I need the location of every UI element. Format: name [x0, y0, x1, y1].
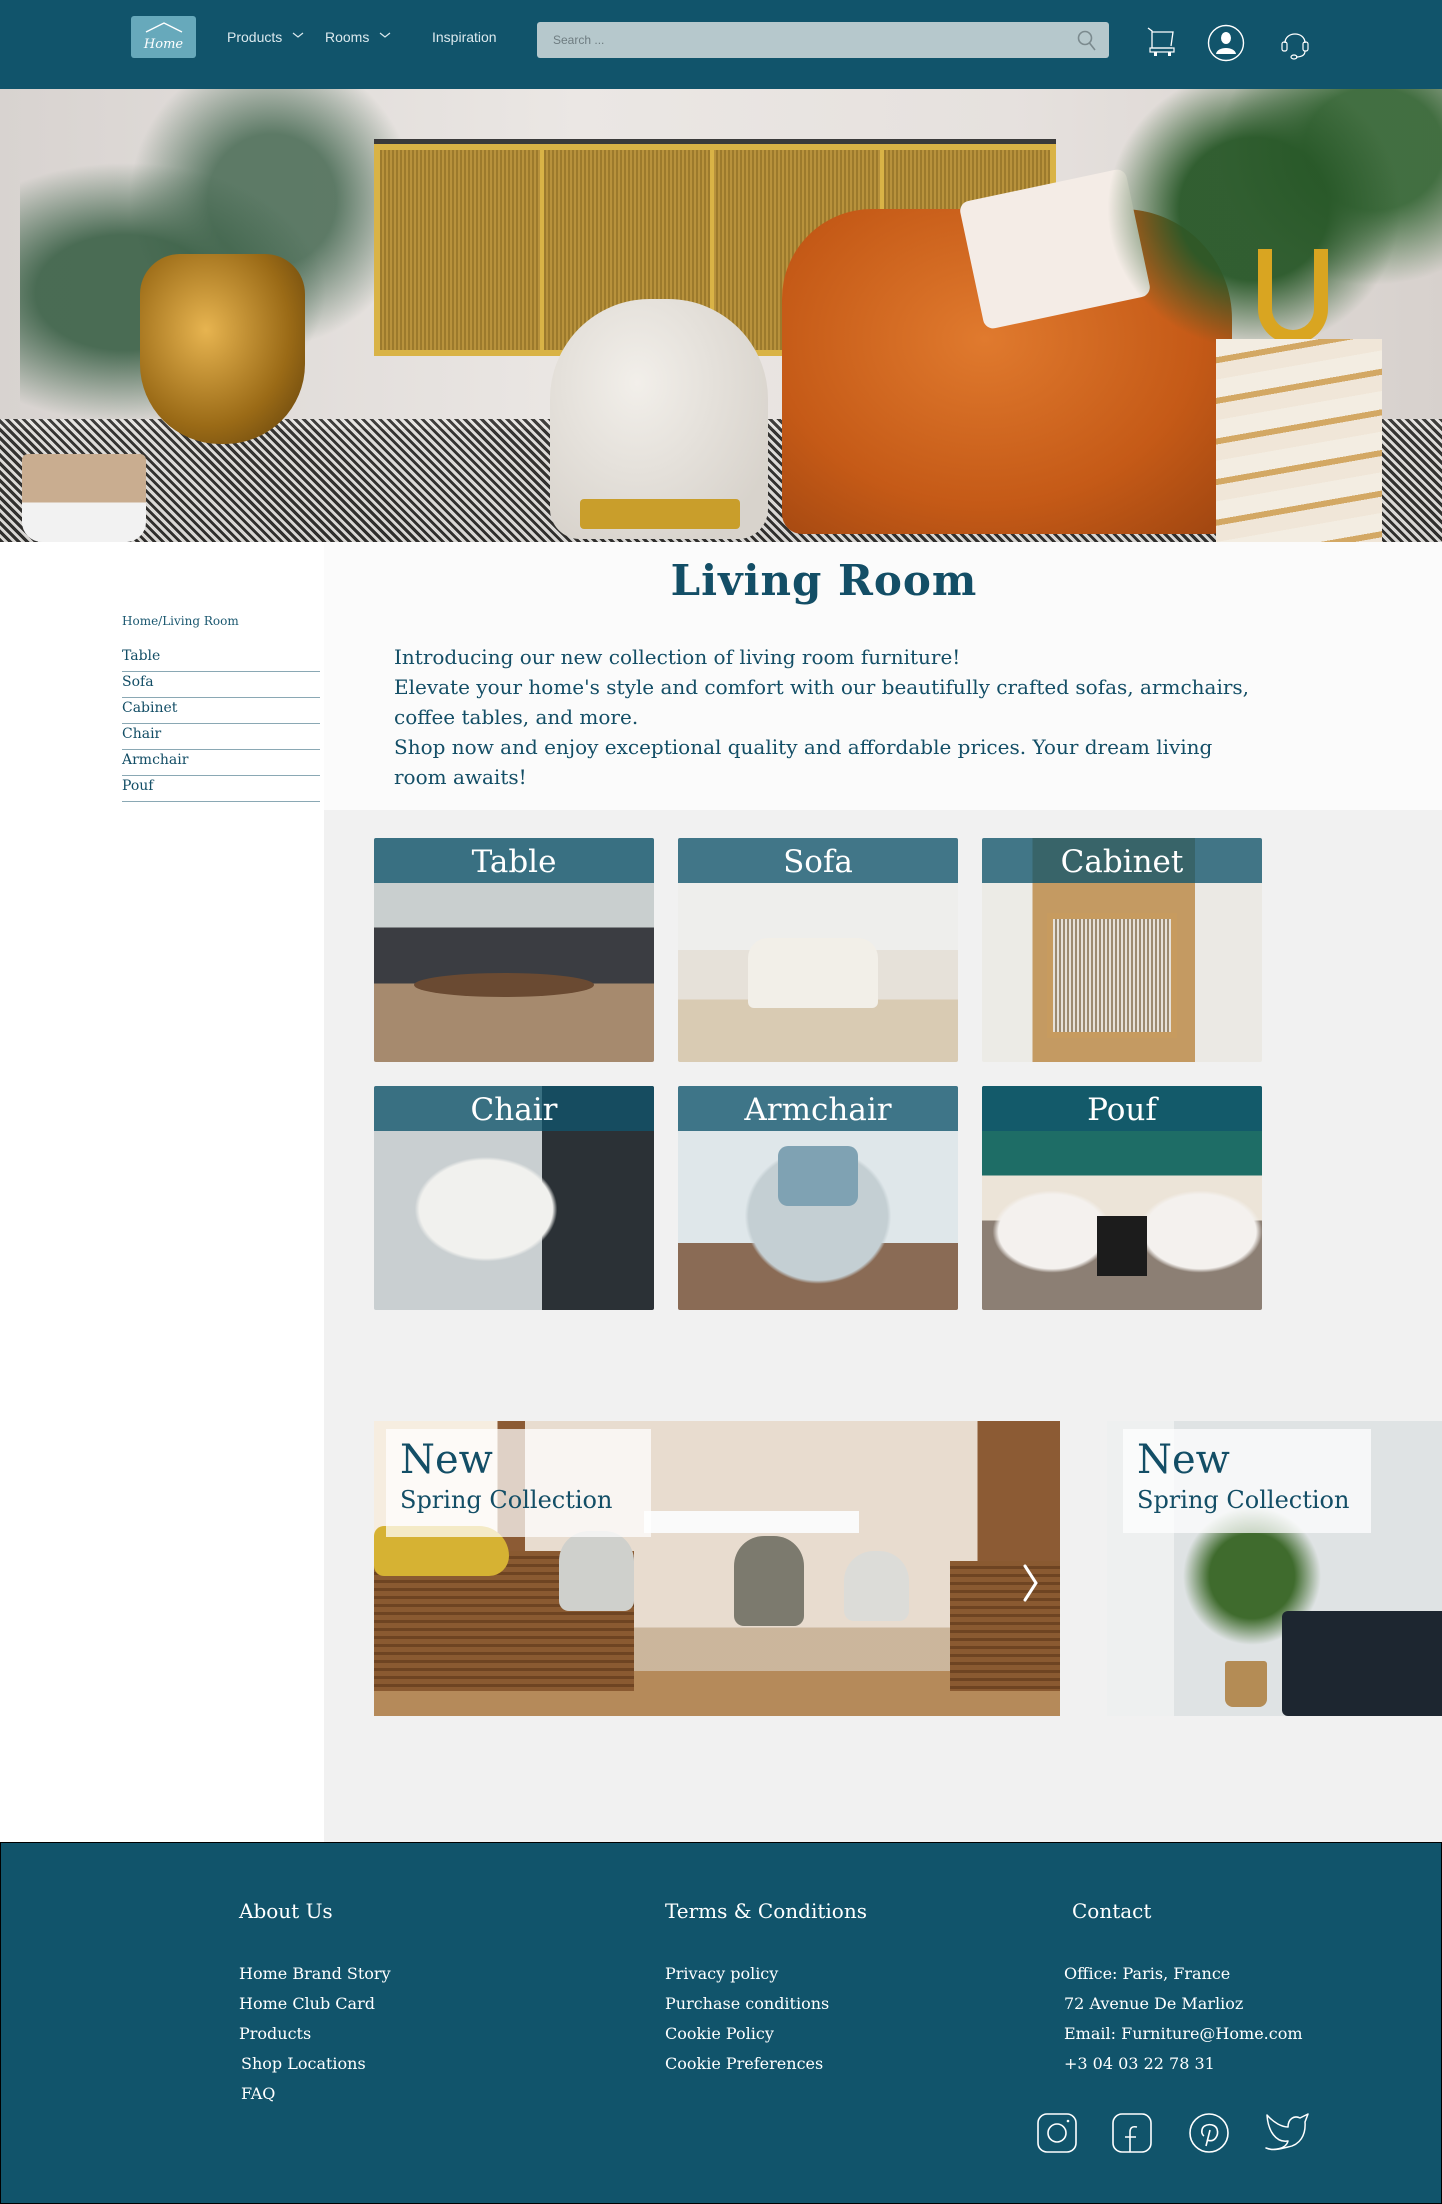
promo-photo-chair — [559, 1531, 634, 1611]
sidebar-item-sofa[interactable]: Sofa — [122, 672, 320, 698]
footer-column-contact: Contact Office: Paris, France 72 Avenue … — [1064, 1899, 1303, 2079]
sidebar-item-pouf[interactable]: Pouf — [122, 776, 320, 802]
hero-image — [0, 89, 1442, 542]
promo-photo-pot — [1225, 1661, 1267, 1707]
site-header: Home Products Rooms Inspiration — [0, 0, 1442, 89]
category-card-table[interactable]: Table — [374, 838, 654, 1062]
footer-link[interactable]: Shop Locations — [239, 2049, 391, 2079]
fireplace-photo-detail — [1097, 1216, 1147, 1276]
carousel-next-arrow-icon[interactable] — [1020, 1562, 1042, 1604]
footer-link[interactable]: Cookie Preferences — [665, 2049, 867, 2079]
contact-phone[interactable]: +3 04 03 22 78 31 — [1064, 2049, 1303, 2079]
hero-plant-pot — [22, 454, 146, 542]
footer-link[interactable]: Home Club Card — [239, 1989, 391, 2019]
nav-rooms[interactable]: Rooms — [325, 29, 391, 45]
category-card-label: Cabinet — [982, 838, 1262, 883]
category-card-chair[interactable]: Chair — [374, 1086, 654, 1310]
house-roof-icon — [145, 22, 183, 33]
category-card-label: Armchair — [678, 1086, 958, 1131]
search-input[interactable] — [537, 22, 1057, 58]
nav-inspiration[interactable]: Inspiration — [432, 29, 497, 45]
search-bar — [537, 22, 1109, 58]
nav-rooms-label: Rooms — [325, 29, 370, 45]
promo-caption: New Spring Collection — [386, 1429, 651, 1537]
chevron-down-icon — [292, 32, 304, 38]
promo-photo-table — [644, 1511, 859, 1533]
category-list: Table Sofa Cabinet Chair Armchair Pouf — [122, 646, 320, 802]
promo-title: New — [400, 1437, 493, 1483]
footer-heading: About Us — [239, 1899, 333, 1923]
sidebar-item-chair[interactable]: Chair — [122, 724, 320, 750]
category-card-label: Sofa — [678, 838, 958, 883]
promo-banner-spring-living[interactable]: New Spring Collection — [1107, 1421, 1442, 1716]
promo-photo-chair — [844, 1551, 909, 1621]
intro-text: Introducing our new collection of living… — [394, 642, 1254, 792]
facebook-icon[interactable] — [1112, 2113, 1152, 2153]
instagram-icon[interactable] — [1037, 2113, 1077, 2153]
hero-gold-vase — [140, 254, 305, 444]
category-card-sofa[interactable]: Sofa — [678, 838, 958, 1062]
armchair-photo-detail — [778, 1146, 858, 1206]
sidebar-item-table[interactable]: Table — [122, 646, 320, 672]
breadcrumb[interactable]: Home/Living Room — [122, 614, 239, 628]
table-photo-detail — [414, 973, 594, 997]
nav-products[interactable]: Products — [227, 29, 304, 45]
hero-gold-sculpture — [1258, 249, 1328, 344]
promo-photo-bench — [950, 1561, 1060, 1691]
sofa-photo-detail — [748, 938, 878, 1008]
promo-banner-spring-dining[interactable]: New Spring Collection — [374, 1421, 1060, 1716]
headset-support-icon[interactable] — [1280, 26, 1310, 60]
contact-email[interactable]: Email: Furniture@Home.com — [1064, 2019, 1303, 2049]
promo-caption: New Spring Collection — [1123, 1429, 1371, 1533]
footer-column-terms: Terms & Conditions Privacy policy Purcha… — [665, 1899, 867, 2079]
footer-link[interactable]: FAQ — [239, 2079, 391, 2109]
promo-photo-chair — [734, 1536, 804, 1626]
cabinet-photo-detail — [1047, 913, 1177, 1038]
intro-line: Elevate your home's style and comfort wi… — [394, 675, 1250, 729]
page-title: Living Room — [670, 556, 978, 605]
intro-line: Introducing our new collection of living… — [394, 645, 961, 669]
promo-subtitle: Spring Collection — [400, 1486, 613, 1514]
intro-line: Shop now and enjoy exceptional quality a… — [394, 735, 1213, 789]
twitter-icon[interactable] — [1264, 2113, 1312, 2153]
chevron-down-icon — [379, 32, 391, 38]
sidebar-item-armchair[interactable]: Armchair — [122, 750, 320, 776]
footer-heading: Contact — [1072, 1899, 1152, 1923]
contact-office: Office: Paris, France — [1064, 1964, 1231, 1983]
footer-link[interactable]: Products — [239, 2019, 391, 2049]
category-card-armchair[interactable]: Armchair — [678, 1086, 958, 1310]
pinterest-icon[interactable] — [1189, 2113, 1229, 2153]
sidebar-item-cabinet[interactable]: Cabinet — [122, 698, 320, 724]
promo-subtitle: Spring Collection — [1137, 1486, 1350, 1514]
hero-pouf-base — [580, 499, 740, 529]
category-card-cabinet[interactable]: Cabinet — [982, 838, 1262, 1062]
hero-marble-pedestal — [1216, 339, 1382, 542]
search-icon[interactable] — [1077, 30, 1097, 52]
promo-title: New — [1137, 1437, 1230, 1483]
footer-link[interactable]: Cookie Policy — [665, 2019, 867, 2049]
nav-inspiration-label: Inspiration — [432, 29, 497, 45]
nav-products-label: Products — [227, 29, 283, 45]
footer-link[interactable]: Home Brand Story — [239, 1959, 391, 1989]
category-card-label: Table — [374, 838, 654, 883]
category-card-label: Chair — [374, 1086, 654, 1131]
category-card-pouf[interactable]: Pouf — [982, 1086, 1262, 1310]
cart-icon[interactable] — [1146, 26, 1176, 58]
category-card-label: Pouf — [982, 1086, 1262, 1131]
footer-heading: Terms & Conditions — [665, 1899, 867, 1923]
home-logo-button[interactable]: Home — [131, 16, 196, 58]
contact-address: 72 Avenue De Marlioz — [1064, 1994, 1244, 2013]
footer-column-about: About Us Home Brand Story Home Club Card… — [239, 1899, 391, 2109]
promo-photo-sofa — [1282, 1611, 1442, 1716]
footer-link[interactable]: Privacy policy — [665, 1959, 867, 1989]
footer-link[interactable]: Purchase conditions — [665, 1989, 867, 2019]
user-account-icon[interactable] — [1207, 24, 1245, 62]
logo-label: Home — [143, 37, 184, 52]
